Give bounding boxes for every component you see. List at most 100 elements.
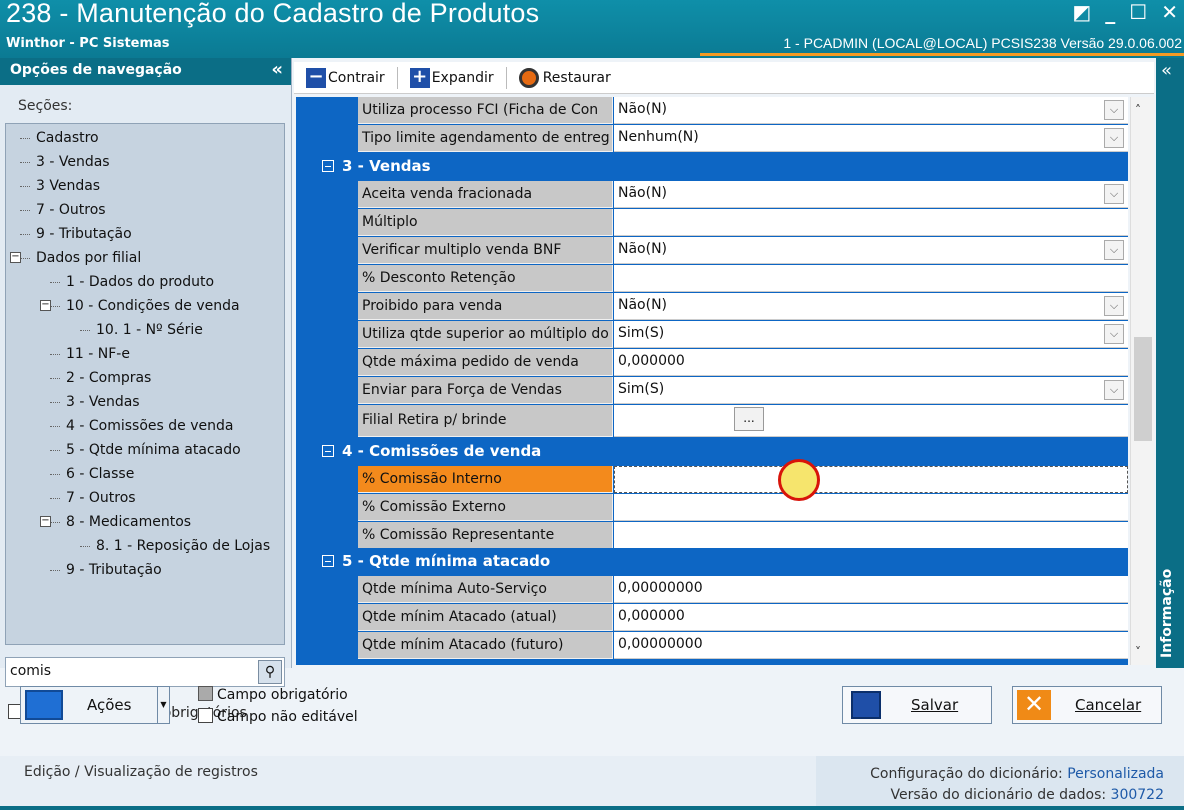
field-value[interactable]: Não(N) ⌵	[614, 237, 1128, 264]
collapse-section-icon[interactable]	[322, 160, 334, 172]
field-value[interactable]	[614, 265, 1128, 292]
collapse-toggle-icon[interactable]: −	[10, 252, 21, 263]
field-label: % Desconto Retenção	[358, 265, 613, 292]
dropdown-icon[interactable]: ⌵	[1104, 380, 1124, 400]
field-value[interactable]: Não(N) ⌵	[614, 97, 1128, 124]
bottom-accent-line	[0, 806, 1184, 810]
dropdown-icon[interactable]: ⌵	[1104, 240, 1124, 260]
close-icon[interactable]: ✕	[1161, 0, 1178, 24]
tree-item-label: 10 - Condições de venda	[66, 298, 240, 314]
field-value[interactable]	[614, 522, 1128, 549]
floppy-disk-icon	[851, 691, 881, 719]
expandir-label: Expandir	[431, 69, 494, 86]
search-icon[interactable]: ⚲	[258, 660, 282, 684]
grid-row: Qtde mínim Atacado (atual) 0,000000	[296, 604, 1128, 632]
tree-item[interactable]: 10. 1 - Nº Série	[6, 318, 284, 342]
tree-item[interactable]: Cadastro	[6, 126, 284, 150]
scroll-up-icon[interactable]: ˄	[1135, 103, 1141, 117]
field-value[interactable]	[614, 494, 1128, 521]
collapse-section-icon[interactable]	[322, 445, 334, 457]
maximize-icon[interactable]: ☐	[1129, 0, 1147, 24]
tree-item-dados-por-filial[interactable]: − Dados por filial	[6, 246, 284, 270]
search-field[interactable]: comis ⚲	[5, 657, 285, 687]
info-panel-label[interactable]: Informação	[1159, 569, 1175, 658]
tree-item-medicamentos[interactable]: − 8 - Medicamentos	[6, 510, 284, 534]
scroll-down-icon[interactable]: ˅	[1135, 645, 1141, 659]
field-value[interactable]: Não(N) ⌵	[614, 181, 1128, 208]
tree-item[interactable]: 9 - Tributação	[6, 558, 284, 582]
tree-item[interactable]: 8. 1 - Reposição de Lojas	[6, 534, 284, 558]
sections-label: Seções:	[18, 98, 73, 114]
minimize-icon[interactable]: _	[1105, 0, 1115, 24]
tree-item[interactable]: 9 - Tributação	[6, 222, 284, 246]
restaurar-button[interactable]: Restaurar	[507, 62, 623, 93]
tree-item-condicoes-venda[interactable]: − 10 - Condições de venda	[6, 294, 284, 318]
dropdown-icon[interactable]: ⌵	[1104, 100, 1124, 120]
expandir-button[interactable]: + Expandir	[398, 62, 506, 93]
actions-icon	[25, 690, 63, 720]
grid-row: % Comissão Externo	[296, 494, 1128, 522]
tree-item[interactable]: 6 - Classe	[6, 462, 284, 486]
field-value[interactable]: Sim(S) ⌵	[614, 321, 1128, 348]
grid-toolbar: − Contrair + Expandir Restaurar	[294, 62, 1154, 94]
field-value[interactable]	[614, 209, 1128, 236]
tree-item[interactable]: 7 - Outros	[6, 486, 284, 510]
window-subtitle: Winthor - PC Sistemas	[6, 36, 170, 51]
expand-info-icon[interactable]: «	[1161, 60, 1172, 81]
section-header-vendas[interactable]: 3 - Vendas	[318, 153, 1128, 181]
field-label: Aceita venda fracionada	[358, 181, 613, 208]
field-value[interactable]: 0,00000000	[614, 632, 1128, 659]
save-label: Salvar	[911, 696, 959, 714]
contrair-button[interactable]: − Contrair	[294, 62, 397, 93]
comissao-interno-input[interactable]	[614, 466, 1128, 493]
field-value[interactable]: Não(N) ⌵	[614, 293, 1128, 320]
collapse-toggle-icon[interactable]: −	[40, 300, 51, 311]
dropdown-arrow-icon[interactable]: ▼	[157, 687, 169, 723]
cancel-label: Cancelar	[1075, 696, 1142, 714]
field-legend: Campo obrigatório Campo não editável	[198, 684, 358, 728]
section-title: 3 - Vendas	[342, 157, 431, 175]
scroll-thumb[interactable]	[1134, 337, 1152, 441]
field-value-text: Não(N)	[618, 297, 668, 313]
grid-row: Qtde mínima Auto-Serviço 0,00000000	[296, 576, 1128, 604]
search-input-value[interactable]: comis	[10, 663, 51, 679]
field-value[interactable]: 0,000000	[614, 604, 1128, 631]
section-header-qtde-minima[interactable]: 5 - Qtde mínima atacado	[318, 548, 1128, 576]
restore-icon[interactable]: ◩	[1072, 0, 1091, 24]
save-button[interactable]: Salvar	[842, 686, 992, 724]
tree-item[interactable]: 2 - Compras	[6, 366, 284, 390]
cancel-button[interactable]: ✕ Cancelar	[1012, 686, 1162, 724]
tree-item[interactable]: 3 - Vendas	[6, 150, 284, 174]
tree-item[interactable]: 4 - Comissões de venda	[6, 414, 284, 438]
dropdown-icon[interactable]: ⌵	[1104, 184, 1124, 204]
field-value[interactable]: Sim(S) ⌵	[614, 377, 1128, 404]
grid-row: Verificar multiplo venda BNF Não(N) ⌵	[296, 237, 1128, 265]
collapse-toggle-icon[interactable]: −	[40, 516, 51, 527]
field-value-text: Nenhum(N)	[618, 129, 699, 145]
field-value-text: Sim(S)	[618, 325, 665, 341]
tree-item[interactable]: 1 - Dados do produto	[6, 270, 284, 294]
field-label: Múltiplo	[358, 209, 613, 236]
field-value[interactable]: Nenhum(N) ⌵	[614, 125, 1128, 152]
tree-item[interactable]: 11 - NF-e	[6, 342, 284, 366]
title-bar: 238 - Manutenção do Cadastro de Produtos…	[0, 0, 1184, 58]
tree-item[interactable]: 7 - Outros	[6, 198, 284, 222]
dropdown-icon[interactable]: ⌵	[1104, 324, 1124, 344]
tree-item[interactable]: 3 - Vendas	[6, 390, 284, 414]
collapse-nav-icon[interactable]: «	[271, 59, 283, 80]
field-label: % Comissão Representante	[358, 522, 613, 549]
field-value[interactable]: 0,00000000	[614, 576, 1128, 603]
browse-button[interactable]: ...	[734, 407, 764, 431]
dropdown-icon[interactable]: ⌵	[1104, 296, 1124, 316]
dropdown-icon[interactable]: ⌵	[1104, 128, 1124, 148]
grid-scrollbar[interactable]: ˄ ˅	[1130, 97, 1154, 665]
info-panel[interactable]: « Informação	[1156, 58, 1184, 668]
section-header-comissoes[interactable]: 4 - Comissões de venda	[318, 438, 1128, 466]
tree-item[interactable]: 3 Vendas	[6, 174, 284, 198]
collapse-section-icon[interactable]	[322, 555, 334, 567]
tree-item[interactable]: 5 - Qtde mínima atacado	[6, 438, 284, 462]
legend-required-label: Campo obrigatório	[217, 687, 348, 703]
field-value[interactable]: 0,000000	[614, 349, 1128, 376]
field-value[interactable]: ...	[614, 405, 1128, 437]
acoes-button[interactable]: Ações ▼	[20, 686, 170, 724]
